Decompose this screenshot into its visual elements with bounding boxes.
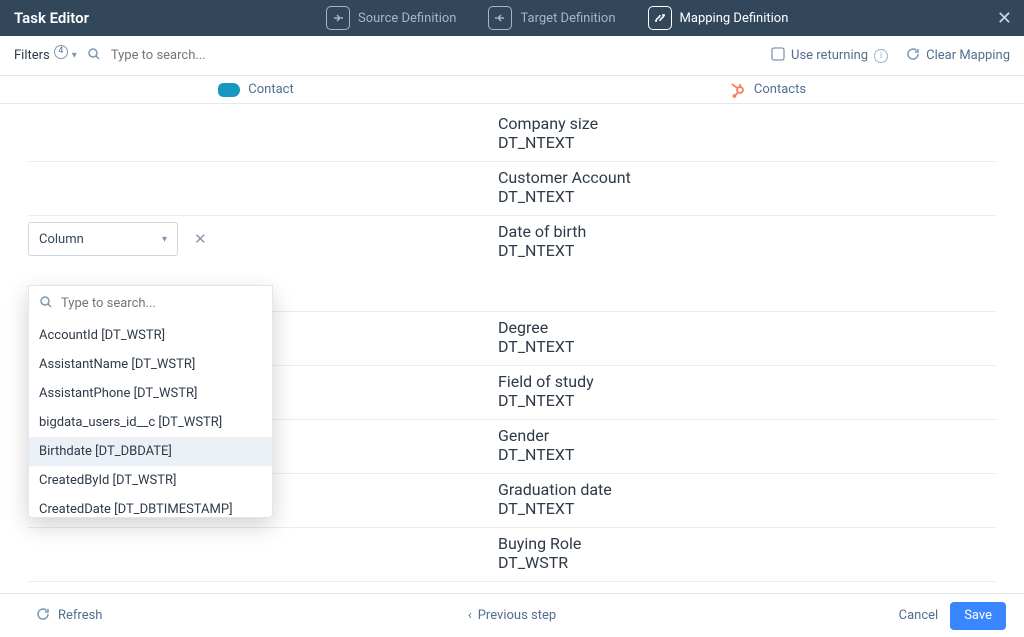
refresh-icon <box>36 607 50 625</box>
clear-mapping-row-button[interactable]: ✕ <box>184 230 207 248</box>
target-field-type: DT_NTEXT <box>498 391 594 410</box>
target-field-name: Company size <box>498 114 598 133</box>
target-field-type: DT_NTEXT <box>498 337 574 356</box>
target-field-name: Date of birth <box>498 222 586 241</box>
mapping-icon <box>648 6 672 30</box>
target-field-name: Customer Account <box>498 168 631 187</box>
source-column-dropdown: AccountId [DT_WSTR]AssistantName [DT_WST… <box>28 285 273 518</box>
dropdown-search-input[interactable] <box>61 296 262 311</box>
dropdown-option[interactable]: AssistantName [DT_WSTR] <box>29 350 272 379</box>
dropdown-option[interactable]: AccountId [DT_WSTR] <box>29 321 272 350</box>
tab-label: Source Definition <box>358 11 456 26</box>
chevron-left-icon: ‹ <box>468 608 472 623</box>
target-field-name: Graduation date <box>498 480 612 499</box>
mapping-row[interactable]: Customer AccountDT_NTEXT <box>28 164 996 216</box>
mapping-row[interactable]: Buying RoleDT_WSTR <box>28 530 996 582</box>
target-field-name: Gender <box>498 426 574 445</box>
column-headers: Contact Contacts <box>0 76 1024 104</box>
cancel-button[interactable]: Cancel <box>899 608 939 623</box>
mapping-type-value: Column <box>39 232 84 247</box>
clear-mapping-button[interactable]: Clear Mapping <box>906 47 1010 65</box>
tab-label: Target Definition <box>520 11 615 26</box>
chevron-down-icon: ▾ <box>162 234 167 245</box>
hubspot-logo-icon <box>730 82 746 98</box>
filters-count-badge: 4 <box>54 45 68 59</box>
target-field-name: Field of study <box>498 372 594 391</box>
refresh-icon <box>906 47 920 65</box>
dropdown-option[interactable]: CreatedDate [DT_DBTIMESTAMP] <box>29 495 272 517</box>
dropdown-option-list[interactable]: AccountId [DT_WSTR]AssistantName [DT_WST… <box>29 321 272 517</box>
footer-right-buttons: Cancel Save <box>899 602 1006 630</box>
use-returning-toggle[interactable]: Use returning i <box>771 47 888 65</box>
source-column-header[interactable]: Contact <box>0 82 512 97</box>
filters-label: Filters <box>14 48 50 63</box>
checkbox-icon <box>771 47 785 65</box>
target-column-header[interactable]: Contacts <box>512 82 1024 98</box>
search-icon <box>87 47 101 65</box>
topbar-tabs: Source Definition Target Definition Mapp… <box>310 0 804 36</box>
close-icon[interactable]: ✕ <box>997 0 1012 36</box>
tab-label: Mapping Definition <box>680 11 789 26</box>
use-returning-label: Use returning <box>791 48 868 63</box>
tab-target-definition[interactable]: Target Definition <box>472 0 631 36</box>
dropdown-option[interactable]: CreatedById [DT_WSTR] <box>29 466 272 495</box>
dropdown-option[interactable]: bigdata_users_id__c [DT_WSTR] <box>29 408 272 437</box>
filterbar-right-actions: Use returning i Clear Mapping <box>771 47 1010 65</box>
mapping-row[interactable]: Company sizeDT_NTEXT <box>28 110 996 162</box>
tab-mapping-definition[interactable]: Mapping Definition <box>632 0 805 36</box>
refresh-button[interactable]: Refresh <box>36 607 102 625</box>
target-field-type: DT_NTEXT <box>498 499 612 518</box>
mapping-type-select[interactable]: Column ▾ <box>28 222 178 256</box>
previous-step-label: Previous step <box>478 608 556 623</box>
dropdown-option[interactable]: Birthdate [DT_DBDATE] <box>29 437 272 466</box>
target-icon <box>488 6 512 30</box>
clear-mapping-label: Clear Mapping <box>926 48 1010 63</box>
filterbar: Filters 4 ▾ Use returning i Clear Mappin… <box>0 36 1024 76</box>
dropdown-search-row <box>29 286 272 321</box>
target-field-type: DT_NTEXT <box>498 241 586 260</box>
source-icon <box>326 6 350 30</box>
target-column-label: Contacts <box>754 82 806 97</box>
target-field-name: Buying Role <box>498 534 581 553</box>
refresh-label: Refresh <box>58 608 102 623</box>
mapping-grid: Company sizeDT_NTEXTCustomer AccountDT_N… <box>0 104 1024 593</box>
footer: Refresh ‹ Previous step Cancel Save <box>0 593 1024 637</box>
filters-button[interactable]: Filters 4 ▾ <box>14 48 77 63</box>
source-column-label: Contact <box>248 82 293 97</box>
chevron-down-icon: ▾ <box>72 50 77 61</box>
page-title: Task Editor <box>0 9 300 27</box>
search-icon <box>39 294 53 313</box>
previous-step-button[interactable]: ‹ Previous step <box>468 608 556 623</box>
target-field-type: DT_NTEXT <box>498 187 631 206</box>
topbar: Task Editor Source Definition Target Def… <box>0 0 1024 36</box>
target-field-name: Degree <box>498 318 574 337</box>
target-field-type: DT_NTEXT <box>498 445 574 464</box>
target-field-type: DT_WSTR <box>498 553 581 572</box>
salesforce-logo-icon <box>218 83 240 97</box>
mapping-row[interactable] <box>28 584 996 593</box>
info-icon: i <box>874 49 888 63</box>
dropdown-option[interactable]: AssistantPhone [DT_WSTR] <box>29 379 272 408</box>
target-field-type: DT_NTEXT <box>498 133 598 152</box>
save-button[interactable]: Save <box>950 602 1006 630</box>
search-input[interactable] <box>111 48 761 63</box>
tab-source-definition[interactable]: Source Definition <box>310 0 472 36</box>
